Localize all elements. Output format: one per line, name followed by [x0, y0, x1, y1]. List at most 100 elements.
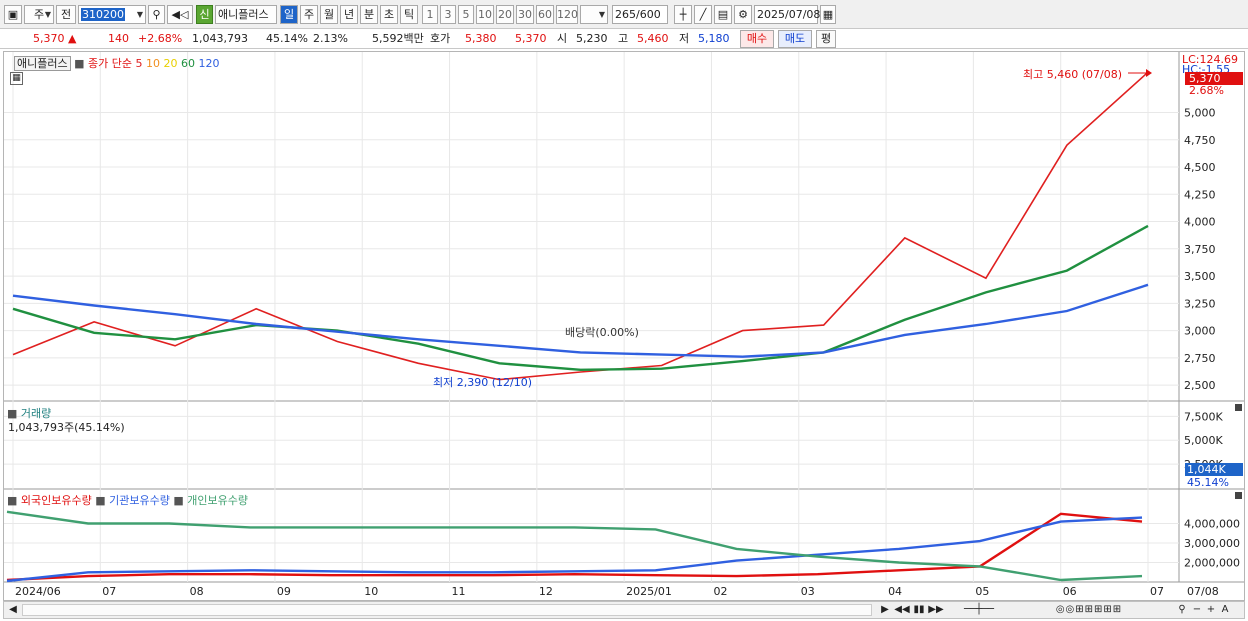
interval-5[interactable]: 5	[458, 5, 474, 24]
period-tab-minute[interactable]: 분	[360, 5, 378, 24]
holdings-tick-label: 3,000,000	[1184, 537, 1240, 550]
open-label: 시	[557, 32, 568, 45]
interval-30[interactable]: 30	[516, 5, 534, 24]
interval-1[interactable]: 1	[422, 5, 438, 24]
x-tick-label: 2024/06	[15, 585, 61, 598]
prev-button[interactable]: 전	[56, 5, 76, 24]
quote-bar: 5,370 ▲ 140 +2.68% 1,043,793 45.14% 2.13…	[0, 29, 1248, 49]
y-tick-label: 3,750	[1184, 243, 1216, 256]
window-menu-icon[interactable]: ▣	[4, 5, 22, 24]
volume-rate-tag: 45.14%	[1187, 476, 1229, 489]
legend-square-icon: ■	[7, 494, 18, 507]
x-tick-label: 07	[1150, 585, 1164, 598]
x-tick-label: 07	[102, 585, 116, 598]
volume: 1,043,793	[192, 32, 248, 45]
ask-label: 호가	[430, 32, 451, 45]
zoom-in-icon[interactable]: +	[1204, 603, 1218, 617]
chart-area[interactable]: 2024/06 07 08 09 10 11 12 2025/01 02 03 04 05 06 07 07…	[3, 51, 1245, 601]
high-annotation: 최고 5,460 (07/08)	[1023, 68, 1123, 81]
foreign-holding-label: 외국인보유수량	[20, 494, 92, 507]
jump-last-icon[interactable]: ▶▶	[928, 603, 944, 617]
count-input[interactable]: 265/600	[612, 5, 668, 24]
stock-code-input[interactable]: 310200 ▼	[78, 5, 146, 24]
turnover-rate: 2.13%	[313, 32, 348, 45]
period-tab-week[interactable]: 주	[300, 5, 318, 24]
period-tab-month[interactable]: 월	[320, 5, 338, 24]
up-arrow-icon: ▲	[68, 32, 77, 45]
x-end-label: 07/08	[1187, 585, 1219, 598]
date-input[interactable]: 2025/07/08	[754, 5, 820, 24]
series-line-ma60	[12, 224, 1149, 372]
x-tick-label: 09	[277, 585, 291, 598]
x-tick-label: 11	[452, 585, 466, 598]
ma60-label: 60	[181, 57, 195, 70]
ma5-label: 5	[135, 57, 143, 70]
period-tab-tick[interactable]: 틱	[400, 5, 418, 24]
scroll-left-icon[interactable]: ◀	[6, 603, 20, 617]
balance-button[interactable]: 평	[816, 30, 836, 48]
low-label: 저	[679, 32, 690, 45]
interval-10[interactable]: 10	[476, 5, 494, 24]
speaker-icon[interactable]: ◀◁	[167, 5, 193, 24]
interval-3[interactable]: 3	[440, 5, 456, 24]
x-tick-label: 05	[975, 585, 989, 598]
tool-icons[interactable]: ◎◎⊞⊞⊞⊞⊞	[1014, 603, 1164, 617]
market-type-select[interactable]: 주 ▼	[24, 5, 54, 24]
holdings-legend: ■ 외국인보유수량 ■ 기관보유수량 ■ 개인보유수량	[7, 492, 248, 508]
x-tick-label: 06	[1063, 585, 1077, 598]
x-tick-label: 02	[713, 585, 727, 598]
chevron-down-icon: ▼	[44, 10, 51, 19]
legend-square-icon: ■	[95, 494, 106, 507]
scroll-thumb[interactable]	[22, 604, 872, 616]
zoom-slider[interactable]: ──┼──	[950, 603, 1008, 617]
draw-line-icon[interactable]: ╱	[694, 5, 712, 24]
interval-60[interactable]: 60	[536, 5, 554, 24]
chart-type-icon[interactable]: ┼	[674, 5, 692, 24]
y-tick-label: 4,250	[1184, 188, 1216, 201]
x-tick-label: 10	[364, 585, 378, 598]
calendar-icon[interactable]: ▦	[820, 5, 836, 24]
trade-value: 5,592백만	[372, 32, 424, 45]
font-size-icon[interactable]: A	[1218, 603, 1232, 617]
low-price: 5,180	[698, 32, 730, 45]
jump-first-icon[interactable]: ◀◀	[894, 603, 910, 617]
high-label: 고	[618, 32, 629, 45]
y-tick-label: 3,250	[1184, 297, 1216, 310]
ma120-label: 120	[198, 57, 220, 70]
x-tick-label: 12	[539, 585, 553, 598]
volume-value: 1,043,793주(45.14%)	[8, 421, 125, 434]
high-price: 5,460	[637, 32, 669, 45]
save-icon[interactable]: ▤	[714, 5, 732, 24]
interval-select[interactable]: ▼	[580, 5, 608, 24]
low-annotation: 최저 2,390 (12/10)	[433, 376, 533, 389]
search-icon[interactable]: ⚲	[148, 5, 165, 24]
zoom-out-icon[interactable]: −	[1190, 603, 1204, 617]
period-tab-day[interactable]: 일	[280, 5, 298, 24]
high-marker-arrow	[1146, 69, 1152, 77]
interval-120[interactable]: 120	[556, 5, 578, 24]
gear-icon[interactable]: ⚙	[734, 5, 752, 24]
y-tick-label: 4,000	[1184, 216, 1216, 229]
sell-button[interactable]: 매도	[778, 30, 812, 48]
pause-icon[interactable]: ▮▮	[912, 603, 926, 617]
chart-scrollbar[interactable]: ◀ ▶ ◀◀ ▮▮ ▶▶ ──┼── ◎◎⊞⊞⊞⊞⊞ ⚲ − + A	[3, 601, 1245, 619]
period-tab-second[interactable]: 초	[380, 5, 398, 24]
legend-square-icon: ■	[173, 494, 184, 507]
bid-price: 5,370	[515, 32, 547, 45]
buy-button[interactable]: 매수	[740, 30, 774, 48]
current-change-tag: 2.68%	[1189, 84, 1224, 97]
y-tick-label: 2,750	[1184, 352, 1216, 365]
scroll-right-icon[interactable]: ▶	[878, 603, 892, 617]
open-price: 5,230	[576, 32, 608, 45]
grid-toggle-icon[interactable]: ▦	[10, 72, 23, 85]
ma20-label: 20	[163, 57, 178, 70]
current-price: 5,370	[33, 32, 65, 45]
pane-close-icon	[1235, 492, 1242, 499]
holdings-line-individual	[6, 510, 1143, 582]
zoom-icon[interactable]: ⚲	[1174, 603, 1190, 617]
interval-20[interactable]: 20	[496, 5, 514, 24]
ma-label: 종가 단순	[88, 57, 132, 70]
period-tab-year[interactable]: 년	[340, 5, 358, 24]
count-value: 265	[615, 8, 636, 21]
y-tick-label: 3,500	[1184, 270, 1216, 283]
